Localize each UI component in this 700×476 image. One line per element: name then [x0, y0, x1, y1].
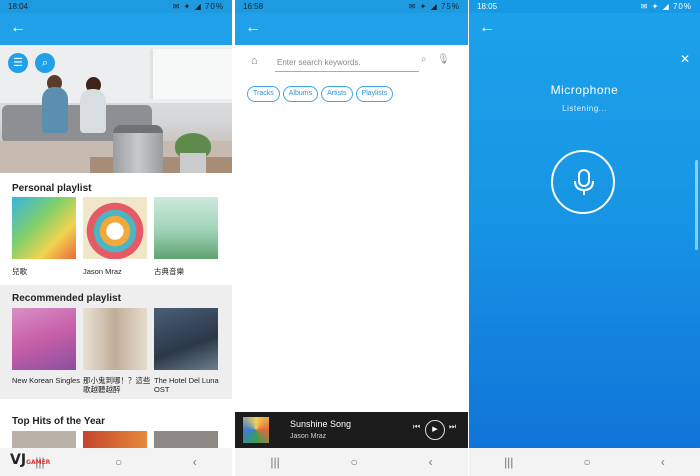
- hero-window: [150, 49, 232, 99]
- status-time: 18:04: [8, 2, 29, 11]
- section-title-top-hits: Top Hits of the Year: [12, 416, 105, 427]
- status-bar: 18:05 ✉ ✦ ◢ 70%: [469, 0, 700, 13]
- status-time: 16:58: [243, 2, 264, 11]
- now-playing-cover: [243, 417, 269, 443]
- top-hits-cover[interactable]: [154, 431, 218, 448]
- nav-home-icon[interactable]: ○: [351, 455, 358, 469]
- microphone-button[interactable]: [551, 150, 615, 214]
- system-nav-bar: ||| ○ ‹: [235, 448, 468, 476]
- filter-chips: Tracks Albums Artists Playlists: [247, 86, 394, 102]
- playlist-caption: Jason Mraz: [83, 267, 122, 276]
- search-row: ⌂ ⌕ 🎙: [235, 45, 468, 79]
- status-bar: 18:04 ✉ ✦ ◢ 70%: [0, 0, 232, 13]
- playlist-cover-classical[interactable]: [154, 197, 218, 259]
- playlist-cover-hotel-del-luna[interactable]: [154, 308, 218, 370]
- phone-home-screen: 18:04 ✉ ✦ ◢ 70% ← ☰ ⌕ Personal playlist …: [0, 0, 232, 476]
- now-playing-title: Sunshine Song: [290, 419, 352, 429]
- search-input[interactable]: [275, 53, 419, 72]
- menu-icon[interactable]: ☰: [8, 53, 28, 73]
- watermark-logo: VJGAMER: [10, 452, 50, 468]
- app-bar: ←: [0, 13, 232, 45]
- battery-level: 70%: [672, 2, 692, 11]
- home-icon[interactable]: ⌂: [251, 55, 258, 67]
- scrollbar[interactable]: [695, 160, 698, 250]
- previous-icon[interactable]: ⏮: [413, 422, 420, 432]
- listening-status: Listening...: [562, 104, 607, 113]
- app-bar: ←: [469, 13, 700, 45]
- hero-speaker: [113, 125, 163, 173]
- playlist-caption: 古典音樂: [154, 267, 184, 276]
- playlist-cover-kids[interactable]: [12, 197, 76, 259]
- section-title-personal: Personal playlist: [12, 183, 92, 194]
- status-icons: ✉ ✦ ◢ 70%: [640, 2, 692, 11]
- top-hits-cover[interactable]: [83, 431, 147, 448]
- battery-level: 75%: [440, 2, 460, 11]
- play-icon[interactable]: ▶: [425, 420, 445, 440]
- battery-level: 70%: [204, 2, 224, 11]
- microphone-icon: [574, 169, 594, 195]
- nav-back-icon[interactable]: ‹: [661, 455, 665, 469]
- hero-person: [42, 87, 68, 133]
- phone-search-screen: 16:58 ✉ ✦ ◢ 75% ← ⌂ ⌕ 🎙 Tracks Albums Ar…: [235, 0, 468, 476]
- microphone-icon[interactable]: 🎙: [437, 54, 450, 65]
- status-bar: 16:58 ✉ ✦ ◢ 75%: [235, 0, 468, 13]
- status-icons: ✉ ✦ ◢ 75%: [408, 2, 460, 11]
- nav-back-icon[interactable]: ‹: [193, 455, 197, 469]
- playlist-caption: The Hotel Del Luna OST: [154, 376, 219, 394]
- nav-home-icon[interactable]: ○: [115, 455, 122, 469]
- playlist-cover-kids-drunk[interactable]: [83, 308, 147, 370]
- search-icon[interactable]: ⌕: [421, 54, 427, 65]
- playlist-content: Personal playlist 兒歌 Jason Mraz 古典音樂 Rec…: [0, 173, 232, 448]
- now-playing-artist: Jason Mraz: [290, 433, 327, 440]
- next-icon[interactable]: ⏭: [449, 422, 456, 432]
- chip-tracks[interactable]: Tracks: [247, 86, 280, 102]
- watermark-subtext: GAMER: [26, 459, 51, 466]
- mini-player[interactable]: Sunshine Song Jason Mraz ⏮ ▶ ⏭: [235, 412, 468, 448]
- status-time: 18:05: [477, 2, 498, 11]
- playlist-caption: New Korean Singles: [12, 376, 80, 385]
- hero-pot: [180, 153, 206, 173]
- playlist-caption: 那小鬼到哪！？這些歌越聽越醉: [83, 376, 151, 394]
- nav-recent-icon[interactable]: |||: [504, 455, 513, 469]
- watermark-text: VJ: [10, 452, 27, 468]
- status-icons: ✉ ✦ ◢ 70%: [172, 2, 224, 11]
- playlist-cover-jason-mraz[interactable]: [83, 197, 147, 259]
- nav-back-icon[interactable]: ‹: [429, 455, 433, 469]
- microphone-title: Microphone: [550, 83, 619, 97]
- playlist-cover-korean-singles[interactable]: [12, 308, 76, 370]
- phone-microphone-screen: 18:05 ✉ ✦ ◢ 70% ← ✕ Microphone Listening…: [469, 0, 700, 476]
- playlist-caption: 兒歌: [12, 267, 27, 276]
- system-nav-bar: ||| ○ ‹: [469, 448, 700, 476]
- top-hits-cover[interactable]: [12, 431, 76, 448]
- hero-person: [80, 89, 106, 133]
- app-bar: ←: [235, 13, 468, 45]
- nav-recent-icon[interactable]: |||: [270, 455, 279, 469]
- chip-playlists[interactable]: Playlists: [355, 86, 394, 102]
- back-arrow-icon[interactable]: ←: [10, 19, 28, 37]
- back-arrow-icon[interactable]: ←: [479, 19, 497, 37]
- close-icon[interactable]: ✕: [680, 52, 690, 66]
- back-arrow-icon[interactable]: ←: [245, 19, 263, 37]
- nav-home-icon[interactable]: ○: [584, 455, 591, 469]
- search-icon[interactable]: ⌕: [35, 53, 55, 73]
- chip-artists[interactable]: Artists: [321, 86, 353, 102]
- chip-albums[interactable]: Albums: [282, 86, 319, 102]
- section-title-recommended: Recommended playlist: [12, 293, 121, 304]
